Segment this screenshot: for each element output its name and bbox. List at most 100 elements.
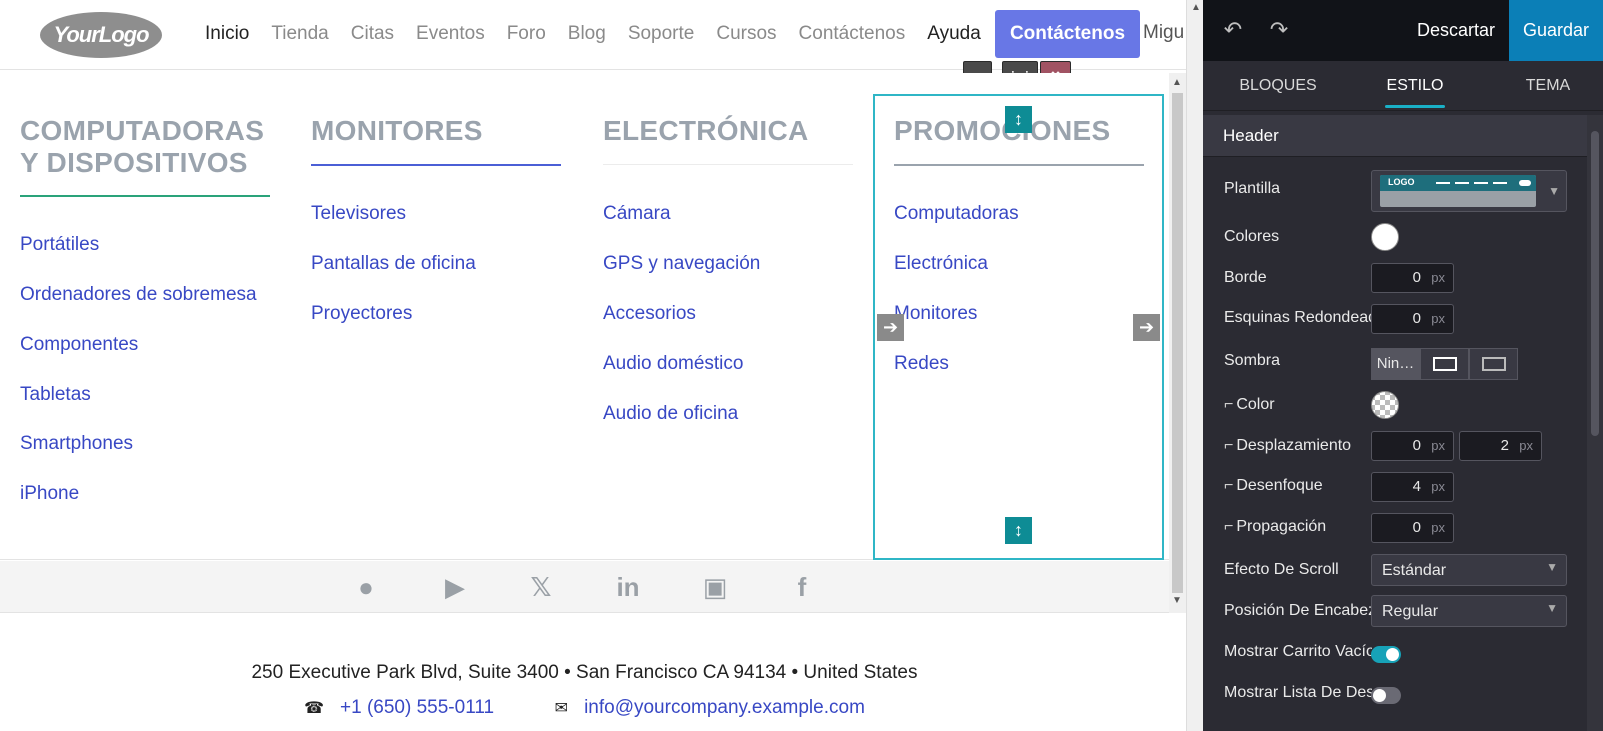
- instagram-icon[interactable]: ▣: [697, 569, 733, 605]
- nav-item-soporte[interactable]: Soporte: [628, 23, 695, 45]
- offset-x-input[interactable]: 0 px: [1371, 431, 1454, 461]
- contact-cta-button[interactable]: Contáctenos: [995, 10, 1140, 58]
- main-nav: Inicio Tienda Citas Eventos Foro Blog So…: [205, 0, 1003, 68]
- input-unit: px: [1431, 479, 1445, 494]
- option-label: Mostrar Lista De Deseos: [1224, 684, 1372, 701]
- menu-link[interactable]: Pantallas de oficina: [311, 253, 476, 275]
- tab-estilo[interactable]: ESTILO: [1360, 61, 1470, 111]
- option-label: Posición De Encabezado: [1224, 602, 1372, 619]
- nav-item-contactenos[interactable]: Contáctenos: [799, 23, 906, 45]
- nav-item-citas[interactable]: Citas: [351, 23, 394, 45]
- phone-icon: ☎: [304, 700, 325, 717]
- panel-scrollbar[interactable]: [1587, 115, 1603, 731]
- template-select[interactable]: LOGO ▼: [1371, 170, 1567, 212]
- email-link[interactable]: info@yourcompany.example.com: [584, 697, 865, 718]
- menu-link[interactable]: iPhone: [20, 483, 79, 505]
- header-position-select[interactable]: Regular ▼: [1371, 595, 1567, 627]
- discard-button[interactable]: Descartar: [1400, 0, 1512, 61]
- menu-link[interactable]: Cámara: [603, 203, 671, 225]
- undo-icon[interactable]: ↶: [1219, 16, 1247, 44]
- nav-item-inicio[interactable]: Inicio: [205, 23, 249, 45]
- template-preview-logo: LOGO: [1388, 177, 1415, 187]
- scroll-thumb[interactable]: [1172, 93, 1183, 593]
- template-preview-dash: [1436, 182, 1450, 184]
- select-value: Estándar: [1382, 562, 1447, 579]
- corner-radius-input[interactable]: 0 px: [1371, 304, 1454, 334]
- column-divider: [603, 164, 853, 165]
- site-header: YourLogo Inicio Tienda Citas Eventos For…: [0, 0, 1186, 70]
- scroll-up-arrow[interactable]: ▲: [1172, 77, 1182, 88]
- menu-link[interactable]: Audio de oficina: [603, 403, 738, 425]
- input-unit: px: [1431, 520, 1445, 535]
- nav-item-ayuda[interactable]: Ayuda: [927, 23, 981, 45]
- menu-link[interactable]: Tabletas: [20, 384, 91, 406]
- move-left-handle[interactable]: ➔: [877, 314, 904, 341]
- menu-link[interactable]: Accesorios: [603, 303, 696, 325]
- menu-link[interactable]: Televisores: [311, 203, 406, 225]
- user-menu[interactable]: Migu: [1143, 22, 1184, 44]
- nav-item-foro[interactable]: Foro: [507, 23, 546, 45]
- menu-link[interactable]: Portátiles: [20, 234, 99, 256]
- template-preview-dash: [1474, 182, 1488, 184]
- shadow-outset-button[interactable]: [1420, 348, 1469, 380]
- site-logo[interactable]: YourLogo: [40, 12, 162, 58]
- spread-input[interactable]: 0 px: [1371, 513, 1454, 543]
- menu-link[interactable]: Componentes: [20, 334, 138, 356]
- color-swatch[interactable]: [1371, 223, 1399, 251]
- nav-item-blog[interactable]: Blog: [568, 23, 606, 45]
- redo-icon[interactable]: ↷: [1265, 16, 1293, 44]
- resize-bottom-handle[interactable]: ↕: [1005, 517, 1032, 544]
- editor-tabs: BLOQUES ESTILO TEMA: [1203, 61, 1603, 111]
- envelope-icon: ✉: [554, 700, 569, 717]
- nav-item-tienda[interactable]: Tienda: [271, 23, 328, 45]
- column-title-line-1: COMPUTADORAS: [20, 115, 265, 146]
- shadow-none-button[interactable]: Nin…: [1371, 348, 1420, 380]
- template-preview-dash: [1455, 182, 1469, 184]
- show-wishlist-toggle[interactable]: [1371, 687, 1401, 704]
- menu-link[interactable]: Ordenadores de sobremesa: [20, 284, 257, 306]
- tab-bloques[interactable]: BLOQUES: [1223, 61, 1333, 111]
- border-width-input[interactable]: 0 px: [1371, 263, 1454, 293]
- menu-link[interactable]: Audio doméstico: [603, 353, 743, 375]
- offset-y-input[interactable]: 2 px: [1459, 431, 1542, 461]
- page-scrollbar[interactable]: ▲: [1186, 0, 1203, 731]
- column-title: MONITORES: [311, 115, 483, 146]
- menu-link[interactable]: GPS y navegación: [603, 253, 760, 275]
- resize-top-handle[interactable]: ↕: [1005, 106, 1032, 133]
- option-text: Color: [1236, 396, 1275, 413]
- linkedin-icon[interactable]: in: [610, 569, 646, 605]
- input-value: 0: [1412, 269, 1421, 286]
- facebook-icon[interactable]: f: [784, 569, 820, 605]
- nav-item-eventos[interactable]: Eventos: [416, 23, 485, 45]
- shadow-inset-button[interactable]: [1469, 348, 1518, 380]
- scroll-down-arrow[interactable]: ▼: [1172, 595, 1182, 606]
- website-preview: YourLogo Inicio Tienda Citas Eventos For…: [0, 0, 1186, 731]
- option-label: Colores: [1224, 228, 1280, 245]
- panel-scroll-thumb[interactable]: [1591, 131, 1599, 436]
- nav-item-cursos[interactable]: Cursos: [716, 23, 776, 45]
- social-links: ● ▶ 𝕏 in ▣ f: [0, 561, 1169, 613]
- shadow-outset-icon: [1432, 357, 1457, 371]
- shadow-color-swatch[interactable]: [1371, 391, 1399, 419]
- move-right-handle[interactable]: ➔: [1133, 314, 1160, 341]
- show-empty-cart-toggle[interactable]: [1371, 646, 1401, 663]
- scroll-effect-select[interactable]: Estándar ▼: [1371, 554, 1567, 586]
- save-button[interactable]: Guardar: [1509, 0, 1603, 61]
- option-label: Mostrar Carrito Vacío: [1224, 643, 1372, 660]
- blur-input[interactable]: 4 px: [1371, 472, 1454, 502]
- twitter-icon[interactable]: 𝕏: [523, 569, 559, 605]
- option-text: Propagación: [1236, 518, 1327, 535]
- scroll-up-arrow[interactable]: ▲: [1191, 2, 1201, 13]
- menu-link[interactable]: Smartphones: [20, 433, 133, 455]
- column-title: COMPUTADORAS Y DISPOSITIVOS: [20, 115, 264, 179]
- menu-link[interactable]: Proyectores: [311, 303, 412, 325]
- preview-scrollbar[interactable]: ▲ ▼: [1169, 73, 1186, 613]
- github-icon[interactable]: ●: [348, 569, 384, 605]
- phone-link[interactable]: +1 (650) 555-0111: [340, 697, 494, 718]
- option-text: Desplazamiento: [1236, 437, 1352, 454]
- option-label: ⌐ Propagación: [1224, 518, 1372, 536]
- section-header[interactable]: Header: [1203, 115, 1587, 157]
- tab-tema[interactable]: TEMA: [1493, 61, 1603, 111]
- youtube-icon[interactable]: ▶: [437, 569, 473, 605]
- input-value: 2: [1500, 437, 1509, 454]
